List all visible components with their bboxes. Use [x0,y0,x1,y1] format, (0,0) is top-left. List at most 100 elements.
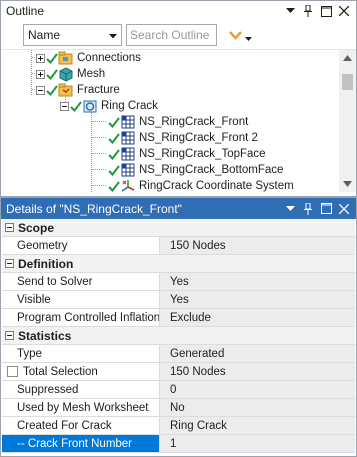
outline-title: Outline [6,4,45,18]
green-check-icon [46,53,58,64]
outline-tree: Connections Mesh Fracture Ring Crack NS_… [2,50,339,192]
property-value: 1 [160,435,355,452]
name-filter-combo-value: Name [28,28,61,42]
dropdown-arrow-icon[interactable] [283,202,297,216]
collapse-minus-icon[interactable] [36,85,45,95]
named-selection-icon [121,163,135,177]
green-check-icon [108,117,120,128]
property-value[interactable]: 150 Nodes [160,237,355,254]
green-check-icon [70,101,82,112]
pin-icon[interactable] [301,202,315,216]
details-panel: Details of "NS_RingCrack_Front" Scope Ge… [0,197,357,457]
scroll-down-arrow-icon[interactable] [343,181,352,187]
chevron-down-icon [109,28,117,42]
property-row-used-by-mesh-worksheet[interactable]: Used by Mesh Worksheet No [2,399,355,417]
tree-item-label: Mesh [77,68,106,80]
tree-item-label: NS_RingCrack_Front 2 [139,132,258,144]
collapse-minus-icon[interactable] [5,331,14,340]
collapse-minus-icon[interactable] [5,223,14,232]
property-row-suppressed[interactable]: Suppressed 0 [2,381,355,399]
property-value: Ring Crack [160,417,355,434]
tree-item-label: Connections [77,52,141,64]
property-key: Type [2,345,160,362]
scroll-up-arrow-icon[interactable] [343,55,352,61]
property-value: Generated [160,345,355,362]
property-row-visible[interactable]: Visible Yes [2,291,355,309]
property-key: Suppressed [2,381,160,398]
tree-item-ns-ringcrack-front-2[interactable]: NS_RingCrack_Front 2 [108,130,258,146]
property-row-type[interactable]: Type Generated [2,345,355,363]
tree-item-label: Fracture [77,84,120,96]
tree-item-label: NS_RingCrack_TopFace [139,148,266,160]
section-title: Definition [18,256,74,271]
property-value: 0 [160,381,355,398]
property-key-with-checkbox: Total Selection [2,363,160,380]
section-statistics[interactable]: Statistics [2,327,355,345]
property-key: Geometry [2,237,160,254]
property-row-crack-front-number[interactable]: -- Crack Front Number 1 [2,435,355,453]
property-key: Total Selection [23,365,98,378]
section-title: Scope [18,220,55,235]
tree-item-ns-ringcrack-front[interactable]: NS_RingCrack_Front [108,114,248,130]
tree-item-label: Ring Crack [101,100,158,112]
property-value[interactable]: Yes [160,291,355,308]
property-value[interactable]: Exclude [160,309,355,326]
mesh-icon [59,67,73,82]
parameter-checkbox[interactable] [7,366,18,377]
named-selection-icon [121,115,135,129]
property-row-total-selection[interactable]: Total Selection 150 Nodes [2,363,355,381]
collapse-minus-icon[interactable] [60,101,69,111]
tree-item-mesh[interactable]: Mesh [36,66,105,82]
property-value: 150 Nodes [160,363,355,380]
property-row-created-for-crack[interactable]: Created For Crack Ring Crack [2,417,355,435]
green-check-icon [108,165,120,176]
green-check-icon [46,69,58,80]
property-row-geometry[interactable]: Geometry 150 Nodes [2,237,355,255]
collapse-minus-icon[interactable] [5,259,14,268]
outline-title-bar: Outline [1,1,356,21]
property-row-program-controlled-inflation[interactable]: Program Controlled Inflation Exclude [2,309,355,327]
property-row-send-to-solver[interactable]: Send to Solver Yes [2,273,355,291]
tree-item-ring-crack[interactable]: Ring Crack [60,98,158,114]
connections-folder-icon [58,51,73,65]
property-key: -- Crack Front Number [2,435,160,452]
green-check-icon [108,149,120,160]
property-key: Program Controlled Inflation [2,309,160,326]
expand-plus-icon[interactable] [36,69,45,79]
outline-panel: Outline Name Search Outline Connections … [0,0,357,197]
tree-item-label: RingCrack Coordinate System [139,180,294,192]
tree-item-label: NS_RingCrack_BottomFace [139,164,284,176]
property-key: Created For Crack [2,417,160,434]
maximize-icon[interactable] [319,4,333,18]
section-scope[interactable]: Scope [2,219,355,237]
section-definition[interactable]: Definition [2,255,355,273]
tree-item-ns-ringcrack-topface[interactable]: NS_RingCrack_TopFace [108,146,266,162]
maximize-icon[interactable] [319,202,333,216]
property-key: Send to Solver [2,273,160,290]
dropdown-arrow-icon[interactable] [283,4,297,18]
green-check-icon [46,85,58,96]
tree-item-fracture[interactable]: Fracture [36,82,120,98]
chevron-down-icon [245,36,252,41]
scrollbar-thumb[interactable] [342,74,353,90]
property-key: Used by Mesh Worksheet [2,399,160,416]
named-selection-icon [121,131,135,145]
filter-chevron-icon [229,30,242,40]
outline-vertical-scrollbar[interactable] [339,50,356,192]
tree-item-connections[interactable]: Connections [36,50,141,66]
named-selection-icon [121,147,135,161]
tree-item-ringcrack-coordinate-system[interactable]: RingCrack Coordinate System [108,178,294,192]
outline-toolbar: Name [1,21,356,50]
pin-icon[interactable] [301,4,315,18]
expand-plus-icon[interactable] [36,53,45,63]
green-check-icon [108,181,120,192]
property-value: No [160,399,355,416]
tree-item-ns-ringcrack-bottomface[interactable]: NS_RingCrack_BottomFace [108,162,283,178]
close-icon[interactable] [337,4,351,18]
coordinate-system-icon [121,180,135,192]
filter-dropdown-button[interactable] [229,30,252,41]
search-outline-input[interactable] [126,24,217,46]
property-value[interactable]: Yes [160,273,355,290]
name-filter-combo[interactable]: Name [23,24,122,46]
close-icon[interactable] [337,202,351,216]
